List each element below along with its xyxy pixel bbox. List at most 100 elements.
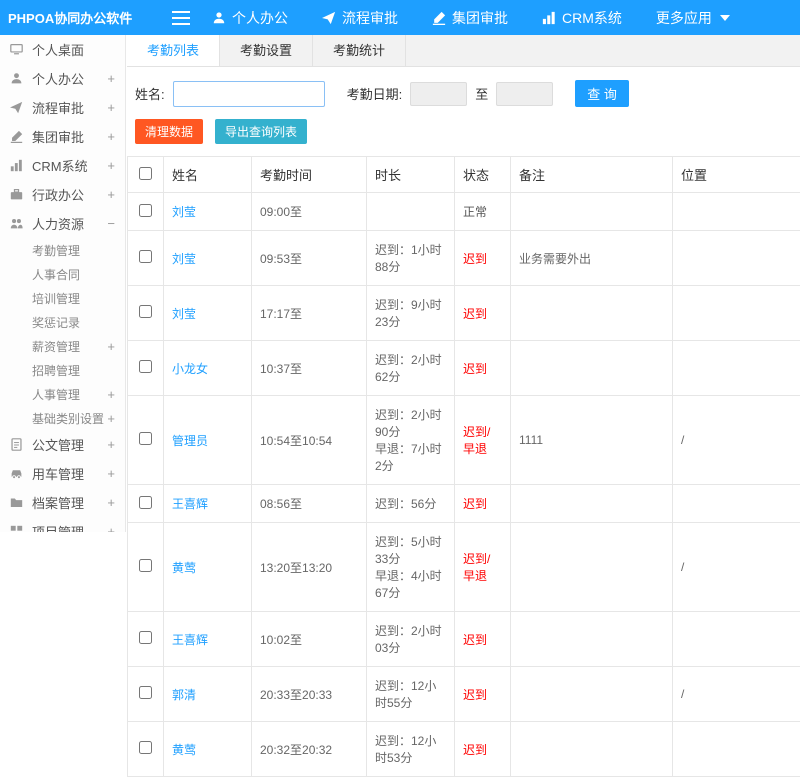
employee-name-link[interactable]: 刘莹 bbox=[172, 252, 196, 266]
expander-plus-icon[interactable]: + bbox=[105, 437, 115, 452]
sidebar-item-document[interactable]: 公文管理 + bbox=[0, 430, 125, 459]
expander-plus-icon[interactable]: + bbox=[105, 524, 115, 532]
search-form: 姓名: 考勤日期: 至 查 询 bbox=[127, 67, 800, 117]
employee-name-link[interactable]: 郭清 bbox=[172, 688, 196, 702]
remark bbox=[511, 193, 673, 231]
sidebar-item-project[interactable]: 项目管理 + bbox=[0, 517, 125, 532]
row-checkbox[interactable] bbox=[139, 559, 152, 572]
employee-name-link[interactable]: 王喜辉 bbox=[172, 497, 208, 511]
tab-attendance-stats[interactable]: 考勤统计 bbox=[313, 35, 406, 66]
sidebar-subitem-hr-contract[interactable]: 人事合同 bbox=[0, 262, 125, 286]
sidebar-subitem-reward-punishment[interactable]: 奖惩记录 bbox=[0, 310, 125, 334]
select-all-checkbox[interactable] bbox=[139, 167, 152, 180]
nav-group-approval[interactable]: 集团审批 bbox=[432, 8, 508, 28]
table-row: 刘莹 17:17至 迟到：9小时23分 迟到 bbox=[128, 286, 800, 341]
row-checkbox[interactable] bbox=[139, 496, 152, 509]
users-icon bbox=[10, 217, 26, 230]
employee-name-link[interactable]: 黄莺 bbox=[172, 743, 196, 757]
tab-attendance-settings[interactable]: 考勤设置 bbox=[220, 35, 313, 66]
date-label: 考勤日期: bbox=[347, 84, 403, 103]
menu-toggle-icon[interactable] bbox=[172, 11, 190, 25]
tab-attendance-list[interactable]: 考勤列表 bbox=[127, 35, 220, 66]
caret-down-icon bbox=[720, 15, 730, 21]
nav-more-apps[interactable]: 更多应用 bbox=[656, 8, 730, 28]
sidebar-subitem-salary[interactable]: 薪资管理 + bbox=[0, 334, 125, 358]
sidebar-subitem-personnel[interactable]: 人事管理 + bbox=[0, 382, 125, 406]
sidebar-subitem-label: 基础类别设置 bbox=[32, 410, 105, 427]
row-checkbox[interactable] bbox=[139, 741, 152, 754]
table-row: 刘莹 09:00至 正常 bbox=[128, 193, 800, 231]
expander-minus-icon[interactable]: − bbox=[105, 216, 115, 231]
row-checkbox[interactable] bbox=[139, 360, 152, 373]
name-input[interactable] bbox=[173, 81, 325, 107]
sidebar-subitem-training[interactable]: 培训管理 bbox=[0, 286, 125, 310]
expander-plus-icon[interactable]: + bbox=[105, 387, 115, 402]
expander-plus-icon[interactable]: + bbox=[105, 100, 115, 115]
app-logo[interactable]: PHPOA协同办公软件 bbox=[0, 8, 130, 27]
search-button[interactable]: 查 询 bbox=[575, 80, 629, 107]
sidebar-item-crm[interactable]: CRM系统 + bbox=[0, 151, 125, 180]
sidebar-item-label: 档案管理 bbox=[32, 493, 105, 512]
sidebar-item-label: 公文管理 bbox=[32, 435, 105, 454]
attendance-time: 08:56至 bbox=[252, 485, 367, 523]
remark: 业务需要外出 bbox=[511, 231, 673, 286]
expander-plus-icon[interactable]: + bbox=[105, 158, 115, 173]
remark: 1111 bbox=[511, 396, 673, 485]
expander-plus-icon[interactable]: + bbox=[105, 411, 115, 426]
sidebar-subitem-label: 招聘管理 bbox=[32, 362, 105, 379]
row-checkbox[interactable] bbox=[139, 432, 152, 445]
remark bbox=[511, 341, 673, 396]
expander-plus-icon[interactable]: + bbox=[105, 339, 115, 354]
expander-plus-icon[interactable]: + bbox=[105, 129, 115, 144]
expander-plus-icon[interactable]: + bbox=[105, 187, 115, 202]
user-icon bbox=[212, 11, 226, 25]
sidebar-item-group-approval[interactable]: 集团审批 + bbox=[0, 122, 125, 151]
sidebar-item-archive[interactable]: 档案管理 + bbox=[0, 488, 125, 517]
location bbox=[673, 612, 800, 667]
expander-plus-icon[interactable]: + bbox=[105, 495, 115, 510]
topbar: PHPOA协同办公软件 个人办公 流程审批 集团审批 CRM系统 bbox=[0, 0, 800, 35]
status-badge: 正常 bbox=[455, 193, 511, 231]
sidebar-item-admin-office[interactable]: 行政办公 + bbox=[0, 180, 125, 209]
employee-name-link[interactable]: 小龙女 bbox=[172, 362, 208, 376]
sidebar-subitem-basic-category[interactable]: 基础类别设置 + bbox=[0, 406, 125, 430]
row-checkbox[interactable] bbox=[139, 250, 152, 263]
nav-personal-office[interactable]: 个人办公 bbox=[212, 8, 288, 28]
sidebar-item-personal-office[interactable]: 个人办公 + bbox=[0, 64, 125, 93]
sidebar-subitem-recruitment[interactable]: 招聘管理 bbox=[0, 358, 125, 382]
status-badge: 迟到/早退 bbox=[455, 523, 511, 612]
employee-name-link[interactable]: 刘莹 bbox=[172, 205, 196, 219]
sidebar-item-vehicle[interactable]: 用车管理 + bbox=[0, 459, 125, 488]
attendance-time: 13:20至13:20 bbox=[252, 523, 367, 612]
sidebar-item-label: 人力资源 bbox=[32, 214, 105, 233]
sidebar-item-personal-desktop[interactable]: 个人桌面 bbox=[0, 35, 125, 64]
row-checkbox[interactable] bbox=[139, 686, 152, 699]
row-checkbox[interactable] bbox=[139, 305, 152, 318]
employee-name-link[interactable]: 黄莺 bbox=[172, 561, 196, 575]
row-checkbox[interactable] bbox=[139, 204, 152, 217]
status-badge: 迟到/早退 bbox=[455, 396, 511, 485]
sidebar-item-process-approval[interactable]: 流程审批 + bbox=[0, 93, 125, 122]
expander-plus-icon[interactable]: + bbox=[105, 71, 115, 86]
sidebar-subitem-label: 培训管理 bbox=[32, 290, 105, 307]
expander-plus-icon[interactable]: + bbox=[105, 466, 115, 481]
date-from-input[interactable] bbox=[410, 82, 467, 106]
export-list-button[interactable]: 导出查询列表 bbox=[215, 119, 307, 144]
row-checkbox[interactable] bbox=[139, 631, 152, 644]
date-to-input[interactable] bbox=[496, 82, 553, 106]
employee-name-link[interactable]: 管理员 bbox=[172, 434, 208, 448]
attendance-time: 10:02至 bbox=[252, 612, 367, 667]
top-nav: 个人办公 流程审批 集团审批 CRM系统 更多应用 bbox=[212, 8, 764, 28]
sidebar-item-hr[interactable]: 人力资源 − bbox=[0, 209, 125, 238]
sidebar-subitem-attendance[interactable]: 考勤管理 bbox=[0, 238, 125, 262]
nav-crm[interactable]: CRM系统 bbox=[542, 8, 622, 28]
location: / bbox=[673, 396, 800, 485]
location bbox=[673, 231, 800, 286]
action-toolbar: 清理数据 导出查询列表 bbox=[127, 117, 800, 156]
employee-name-link[interactable]: 王喜辉 bbox=[172, 633, 208, 647]
employee-name-link[interactable]: 刘莹 bbox=[172, 307, 196, 321]
nav-process-approval[interactable]: 流程审批 bbox=[322, 8, 398, 28]
location bbox=[673, 193, 800, 231]
attendance-time: 10:54至10:54 bbox=[252, 396, 367, 485]
clean-data-button[interactable]: 清理数据 bbox=[135, 119, 203, 144]
